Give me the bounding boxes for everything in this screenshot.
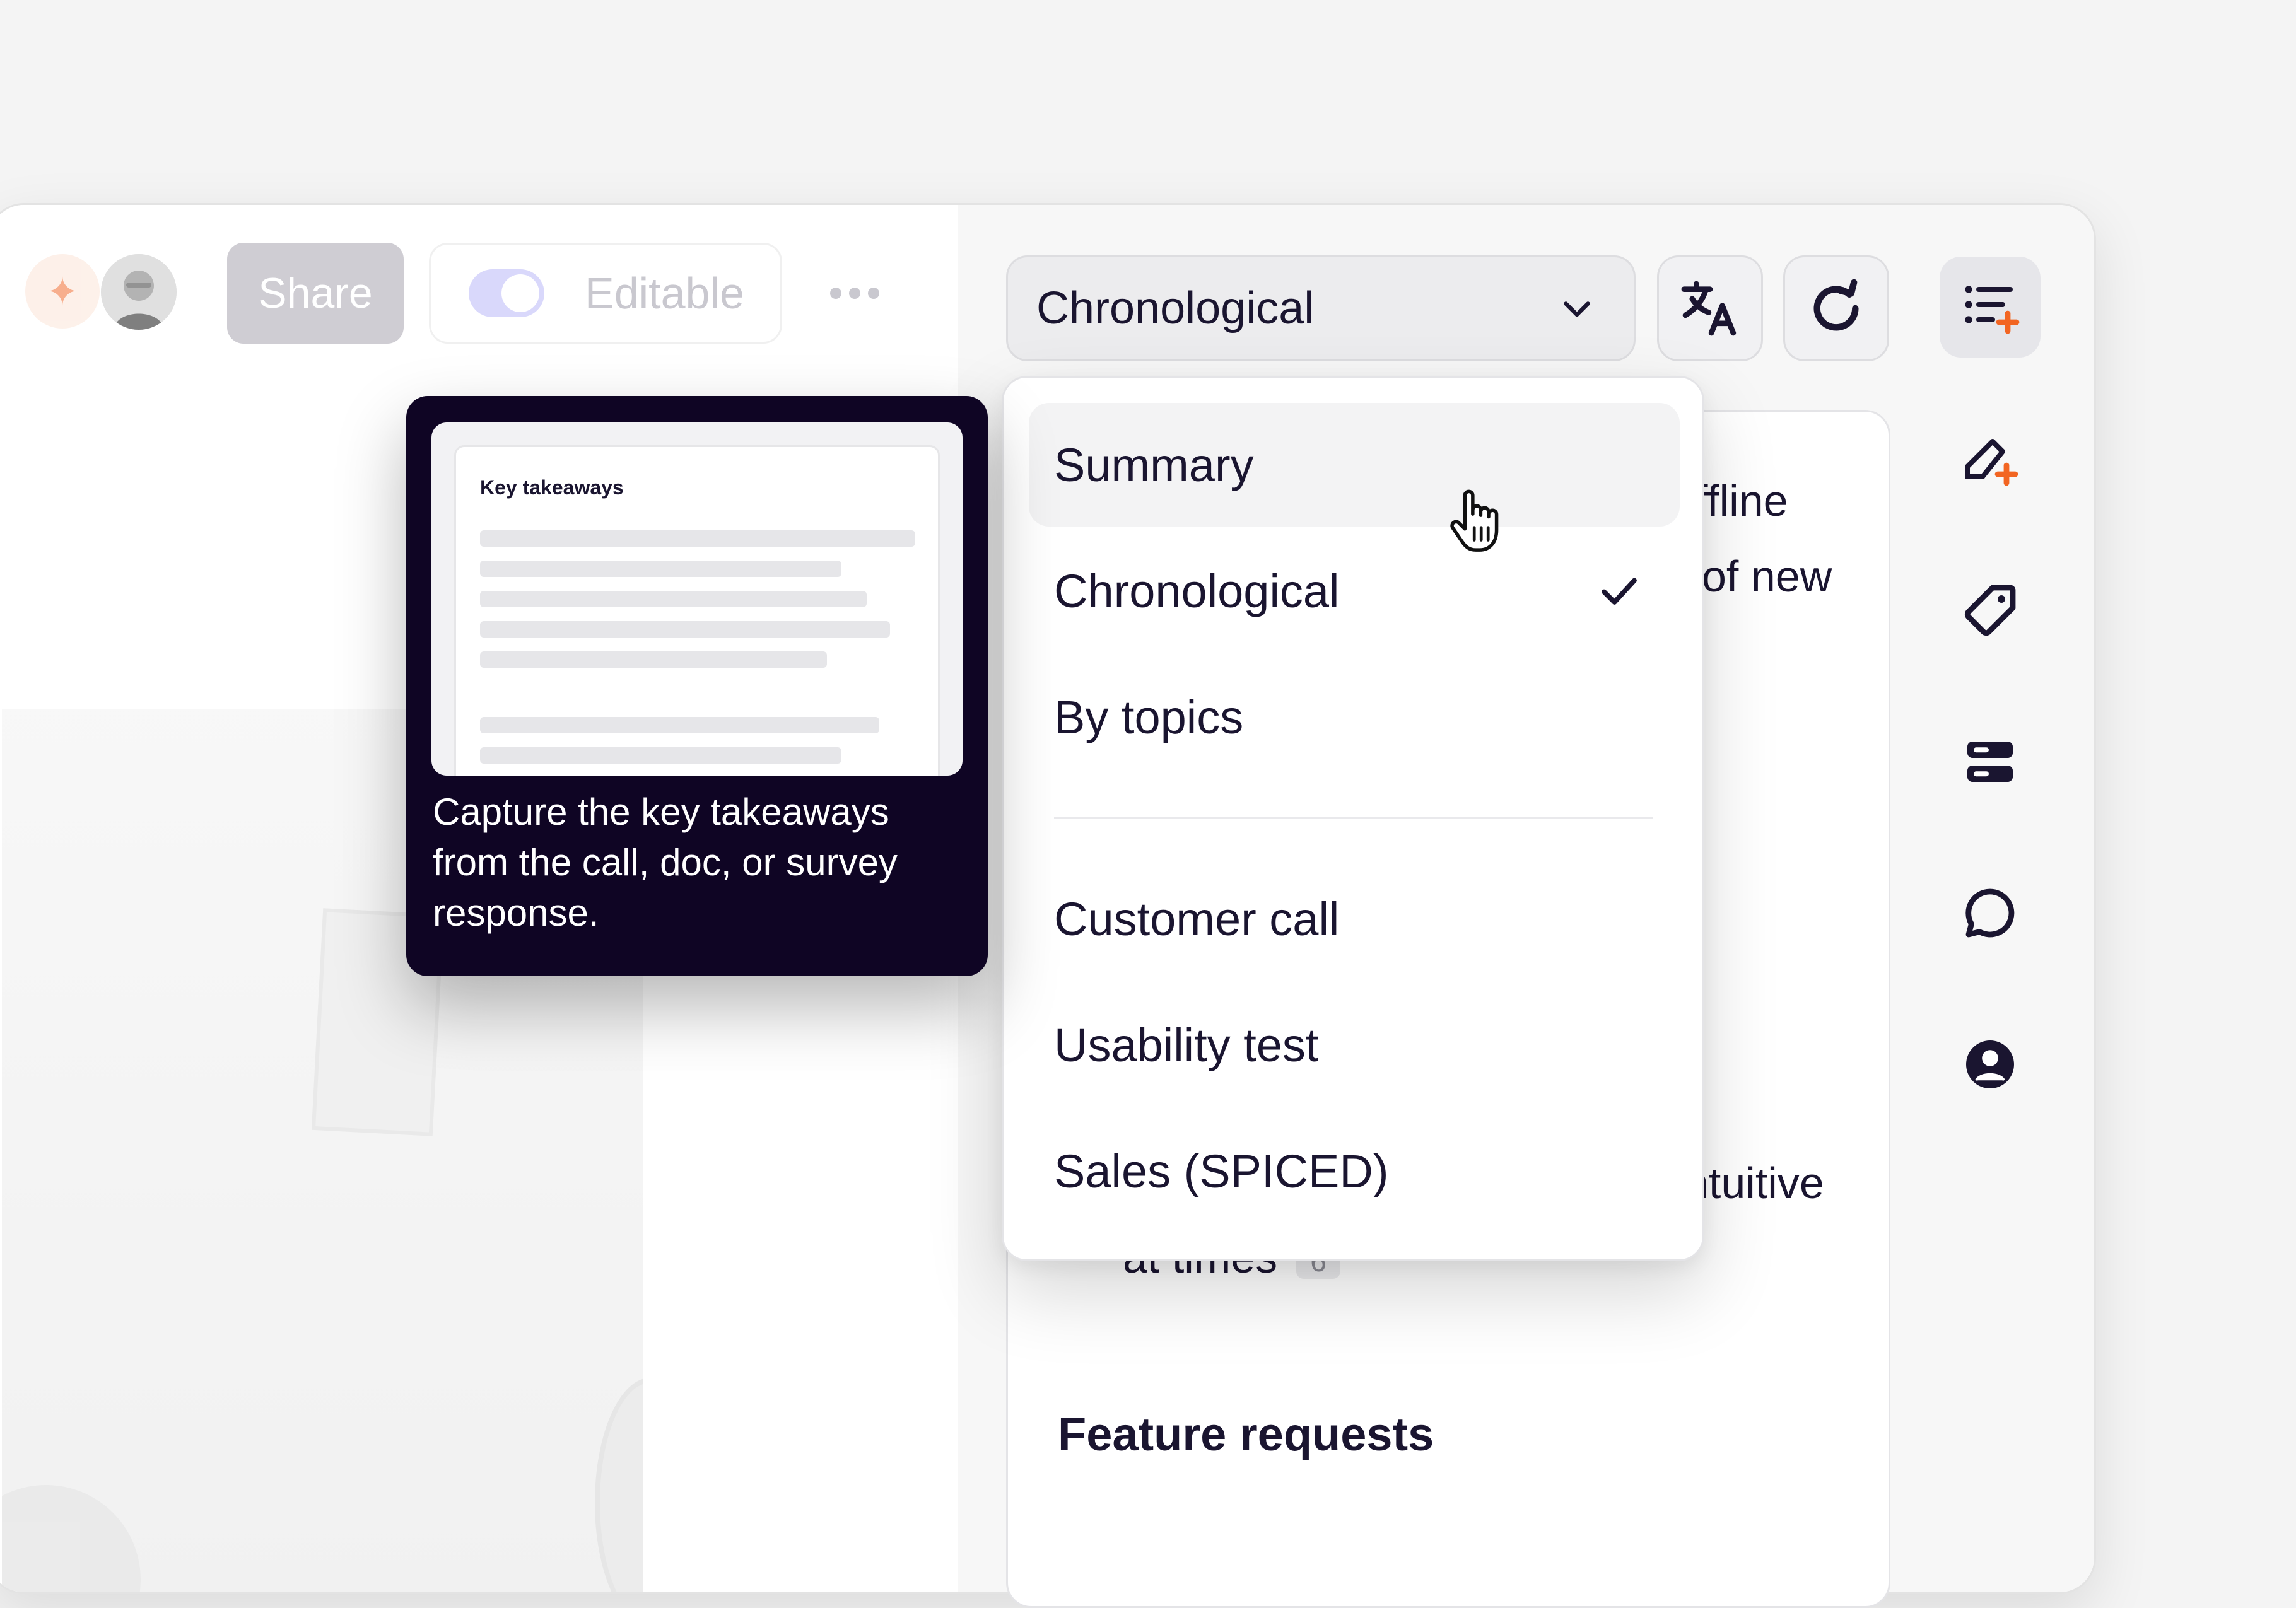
background-object — [2, 1485, 141, 1592]
preview-title: Key takeaways — [480, 476, 624, 499]
ai-sparkle-icon[interactable]: ✦ — [25, 254, 100, 329]
rail-profile-button[interactable] — [1940, 1014, 2041, 1115]
menu-item-label: Customer call — [1054, 892, 1340, 945]
menu-item-label: Summary — [1054, 438, 1254, 491]
editable-label: Editable — [585, 269, 744, 318]
list-add-icon — [1965, 286, 2020, 334]
more-options-icon[interactable] — [820, 265, 889, 322]
checkmark-icon — [1602, 578, 1637, 605]
rail-layout-button[interactable] — [1940, 711, 2041, 812]
document-text: of new — [1702, 552, 1832, 601]
regenerate-icon — [1813, 279, 1859, 331]
layout-icon — [1967, 742, 2013, 782]
section-heading: Feature requests — [1058, 1408, 1434, 1460]
rail-tags-button[interactable] — [1940, 560, 2041, 661]
menu-item-label: Usability test — [1054, 1018, 1319, 1071]
editable-toggle-control[interactable]: Editable — [429, 243, 782, 344]
menu-item-summary[interactable]: Summary — [1029, 403, 1680, 527]
view-mode-select[interactable]: Chronological — [1006, 255, 1636, 361]
share-button[interactable]: Share — [227, 243, 404, 344]
chevron-down-icon — [1564, 301, 1590, 317]
document-text: ntuitive — [1684, 1158, 1824, 1208]
comment-icon — [1965, 888, 2015, 938]
menu-item-usability-test[interactable]: Usability test — [1029, 983, 1680, 1107]
hand-pointer-icon — [1450, 489, 1499, 552]
preview-line — [480, 651, 827, 668]
preview-document: Key takeaways — [454, 445, 940, 776]
rail-templates-button[interactable] — [1940, 257, 2041, 358]
preview-line — [480, 530, 915, 547]
tag-icon — [1964, 585, 2016, 636]
menu-divider — [1054, 817, 1653, 819]
template-tooltip: Key takeaways Capture the key takeaways … — [406, 396, 988, 976]
user-icon — [1966, 1040, 2014, 1088]
translate-icon — [1681, 281, 1737, 336]
background-object — [595, 1378, 643, 1592]
toggle-knob — [501, 274, 539, 312]
menu-item-label: Sales (SPICED) — [1054, 1145, 1389, 1197]
preview-line — [480, 621, 890, 638]
translate-button[interactable] — [1657, 255, 1763, 361]
editable-toggle[interactable] — [469, 269, 544, 317]
preview-line — [480, 561, 841, 577]
menu-item-label: Chronological — [1054, 564, 1340, 617]
preview-line — [480, 717, 879, 733]
view-mode-menu: Summary Chronological By topics Customer… — [1002, 376, 1704, 1261]
rail-edit-button[interactable] — [1940, 409, 2041, 510]
edit-add-icon — [1965, 439, 2018, 486]
preview-line — [480, 591, 867, 607]
template-preview: Key takeaways — [431, 422, 963, 776]
avatar[interactable] — [101, 254, 177, 330]
menu-item-sales-spiced[interactable]: Sales (SPICED) — [1029, 1109, 1680, 1233]
menu-item-label: By topics — [1054, 690, 1244, 743]
preview-line — [480, 747, 841, 764]
view-mode-value: Chronological — [1036, 283, 1315, 334]
menu-item-by-topics[interactable]: By topics — [1029, 655, 1680, 779]
menu-item-customer-call[interactable]: Customer call — [1029, 857, 1680, 981]
tooltip-description: Capture the key takeaways from the call,… — [433, 791, 898, 934]
regenerate-button[interactable] — [1783, 255, 1889, 361]
rail-comments-button[interactable] — [1940, 863, 2041, 964]
document-text: ffline — [1696, 476, 1788, 525]
menu-item-chronological[interactable]: Chronological — [1029, 529, 1680, 653]
